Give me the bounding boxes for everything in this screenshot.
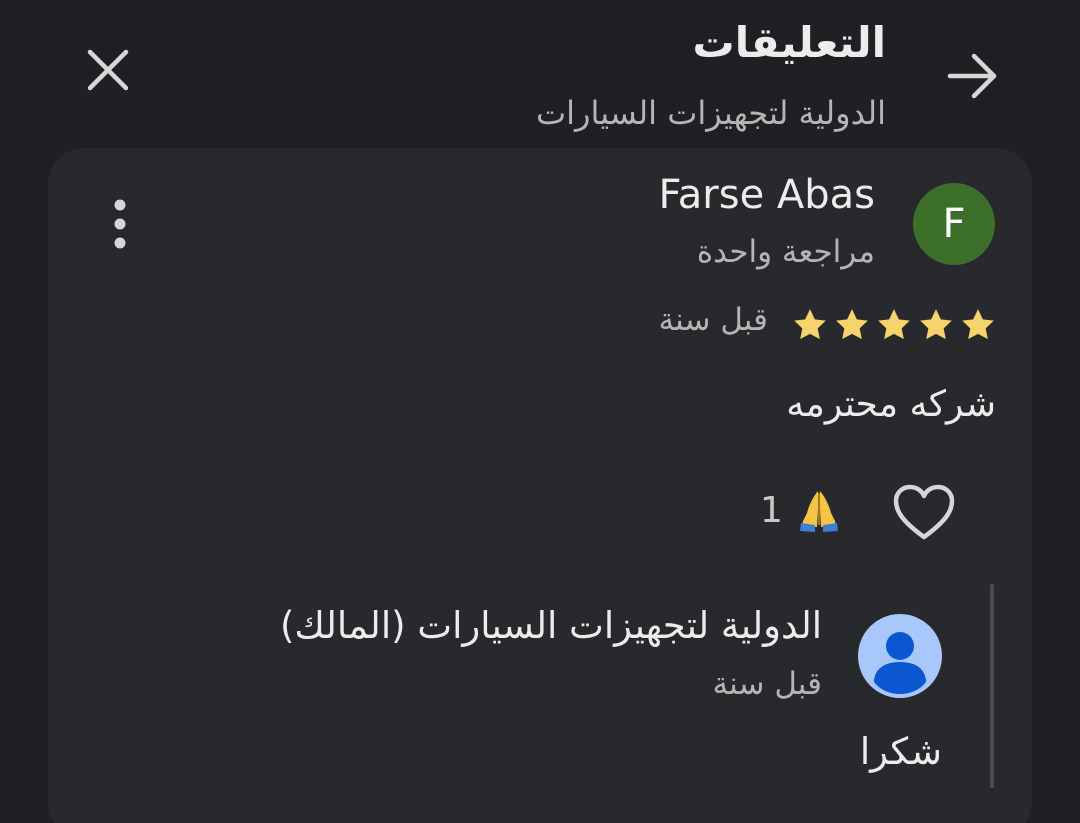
page-title: التعليقات xyxy=(692,18,886,67)
page-subtitle: الدولية لتجهيزات السيارات xyxy=(536,94,886,132)
heart-icon[interactable] xyxy=(892,483,956,543)
star-icon xyxy=(878,309,910,340)
star-rating xyxy=(790,305,1000,345)
reaction-chip[interactable]: 1 xyxy=(760,482,841,538)
reviewer-name[interactable]: Farse Abas xyxy=(658,172,875,218)
review-detail-screen: التعليقات الدولية لتجهيزات السيارات F Fa… xyxy=(0,0,1080,823)
header: التعليقات الدولية لتجهيزات السيارات xyxy=(0,0,1080,158)
review-text: شركه محترمه xyxy=(786,384,996,425)
review-card xyxy=(48,148,1032,823)
folded-hands-icon xyxy=(799,491,838,532)
review-time: قبل سنة xyxy=(658,302,768,338)
reviewer-avatar[interactable]: F xyxy=(913,183,995,265)
more-options-icon[interactable] xyxy=(104,196,136,252)
reply-divider xyxy=(990,584,994,788)
owner-avatar-icon[interactable] xyxy=(858,614,942,698)
reviewer-review-count: مراجعة واحدة xyxy=(696,234,875,270)
star-icon xyxy=(794,309,826,340)
owner-reply-time: قبل سنة xyxy=(712,666,822,702)
star-icon xyxy=(836,309,868,340)
star-icon xyxy=(962,309,994,340)
reaction-count: 1 xyxy=(760,489,783,531)
owner-name: الدولية لتجهيزات السيارات (المالك) xyxy=(280,604,822,647)
star-icon xyxy=(920,309,952,340)
arrow-right-icon[interactable] xyxy=(944,48,1000,104)
close-icon[interactable] xyxy=(82,44,134,96)
owner-reply-text: شكرا xyxy=(859,730,942,773)
